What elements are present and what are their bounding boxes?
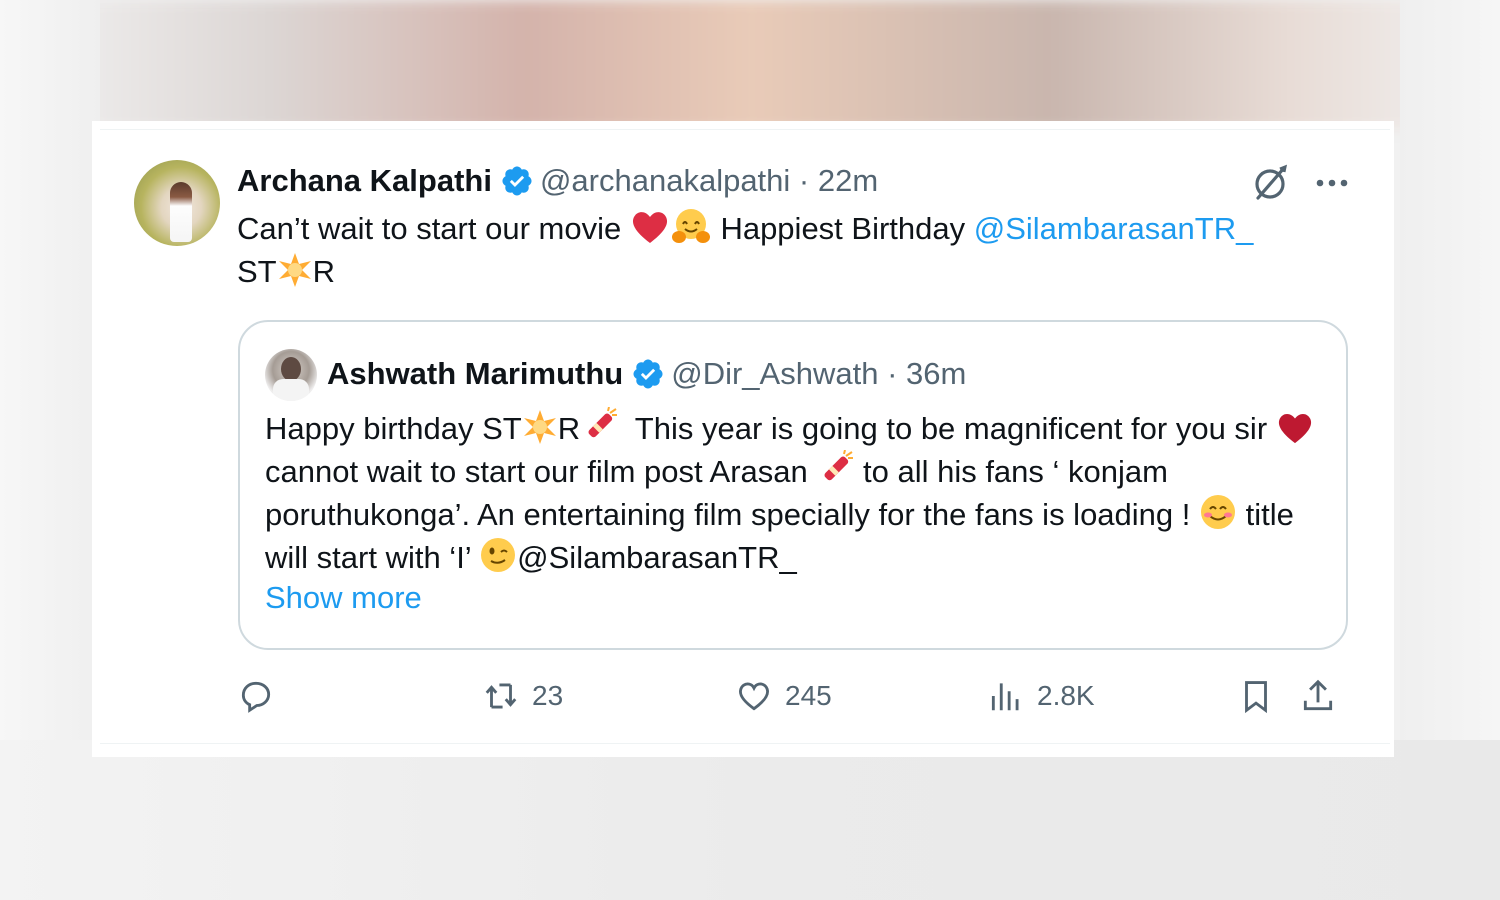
quoted-tweet-text: Happy birthday ST R This year is going to… — [265, 407, 1315, 579]
separator-dot: · — [878, 356, 907, 391]
firecracker-emoji-icon — [824, 450, 854, 481]
share-icon — [1303, 679, 1333, 711]
quoted-author-avatar[interactable] — [265, 349, 317, 401]
quoted-author-name[interactable]: Ashwath Marimuthu — [327, 356, 623, 392]
tweet-top-icons — [1250, 163, 1350, 203]
author-handle[interactable]: @archanakalpathi — [540, 163, 790, 199]
like-count: 245 — [785, 680, 832, 711]
avatar-photo-figure — [170, 182, 192, 242]
grok-icon[interactable] — [1250, 163, 1290, 203]
like-button[interactable]: 245 — [735, 676, 832, 716]
quoted-text-part: Happy birthday ST — [265, 411, 522, 446]
mention-link[interactable]: @SilambarasanTR_ — [974, 211, 1254, 246]
quoted-text-part: R — [557, 411, 581, 446]
hugging-face-emoji-icon — [671, 209, 710, 243]
views-button[interactable]: 2.8K — [987, 676, 1095, 716]
reply-icon — [241, 681, 271, 713]
winking-face-emoji-icon — [481, 538, 516, 572]
verified-badge-icon — [633, 359, 663, 389]
heart-icon — [739, 682, 769, 711]
quoted-text-part: cannot wait to start our film post Arasa… — [265, 454, 817, 489]
avatar-shirt — [273, 379, 309, 401]
tweet-text-part: ST — [237, 254, 277, 289]
retweet-icon — [485, 683, 517, 709]
red-heart-emoji-icon — [1278, 413, 1311, 444]
show-more-link[interactable]: Show more — [265, 580, 422, 616]
tweet-card[interactable]: Archana Kalpathi @archanakalpathi · 22m … — [92, 121, 1394, 757]
blurred-background-top — [0, 0, 1500, 130]
views-icon — [991, 683, 1019, 711]
tweet-actions: 23 245 2.8K — [237, 676, 1357, 716]
divider — [100, 743, 1390, 744]
tweet-text-part: Happiest Birthday — [711, 211, 974, 246]
star-sun-emoji-icon — [278, 253, 311, 287]
views-count: 2.8K — [1037, 680, 1095, 711]
more-icon[interactable] — [1312, 167, 1352, 199]
red-heart-emoji-icon — [632, 212, 667, 243]
quoted-text-part: @SilambarasanTR_ — [517, 540, 797, 575]
author-name[interactable]: Archana Kalpathi — [237, 163, 492, 199]
bookmark-icon — [1245, 681, 1267, 714]
quoted-tweet-header: Ashwath Marimuthu @Dir_Ashwath · 36m — [327, 354, 966, 394]
divider — [100, 129, 1390, 130]
smiling-face-emoji-icon — [1201, 495, 1235, 529]
tweet-time[interactable]: 22m — [818, 163, 878, 199]
verified-badge-icon — [502, 166, 532, 196]
quoted-text-part: This year is going to be magnificent for… — [618, 411, 1276, 446]
reply-button[interactable] — [237, 676, 287, 716]
retweet-count: 23 — [532, 680, 564, 711]
tweet-text: Can’t wait to start our movie Happiest B… — [237, 207, 1357, 293]
star-sun-emoji-icon — [523, 410, 556, 444]
separator-dot: · — [790, 163, 818, 198]
share-button[interactable] — [1299, 676, 1337, 716]
quoted-tweet[interactable]: Ashwath Marimuthu @Dir_Ashwath · 36m Hap… — [238, 320, 1348, 650]
author-avatar[interactable] — [134, 160, 220, 246]
tweet-header: Archana Kalpathi @archanakalpathi · 22m — [237, 161, 878, 201]
firecracker-emoji-icon — [588, 407, 618, 438]
background-bottom — [0, 740, 1500, 900]
tweet-text-part: R — [312, 254, 336, 289]
quoted-author-handle[interactable]: @Dir_Ashwath — [671, 356, 878, 392]
avatar-face — [281, 357, 301, 381]
retweet-button[interactable]: 23 — [482, 676, 563, 716]
quoted-tweet-time[interactable]: 36m — [906, 356, 966, 392]
tweet-text-part: Can’t wait to start our movie — [237, 211, 630, 246]
bookmark-button[interactable] — [1237, 676, 1275, 716]
